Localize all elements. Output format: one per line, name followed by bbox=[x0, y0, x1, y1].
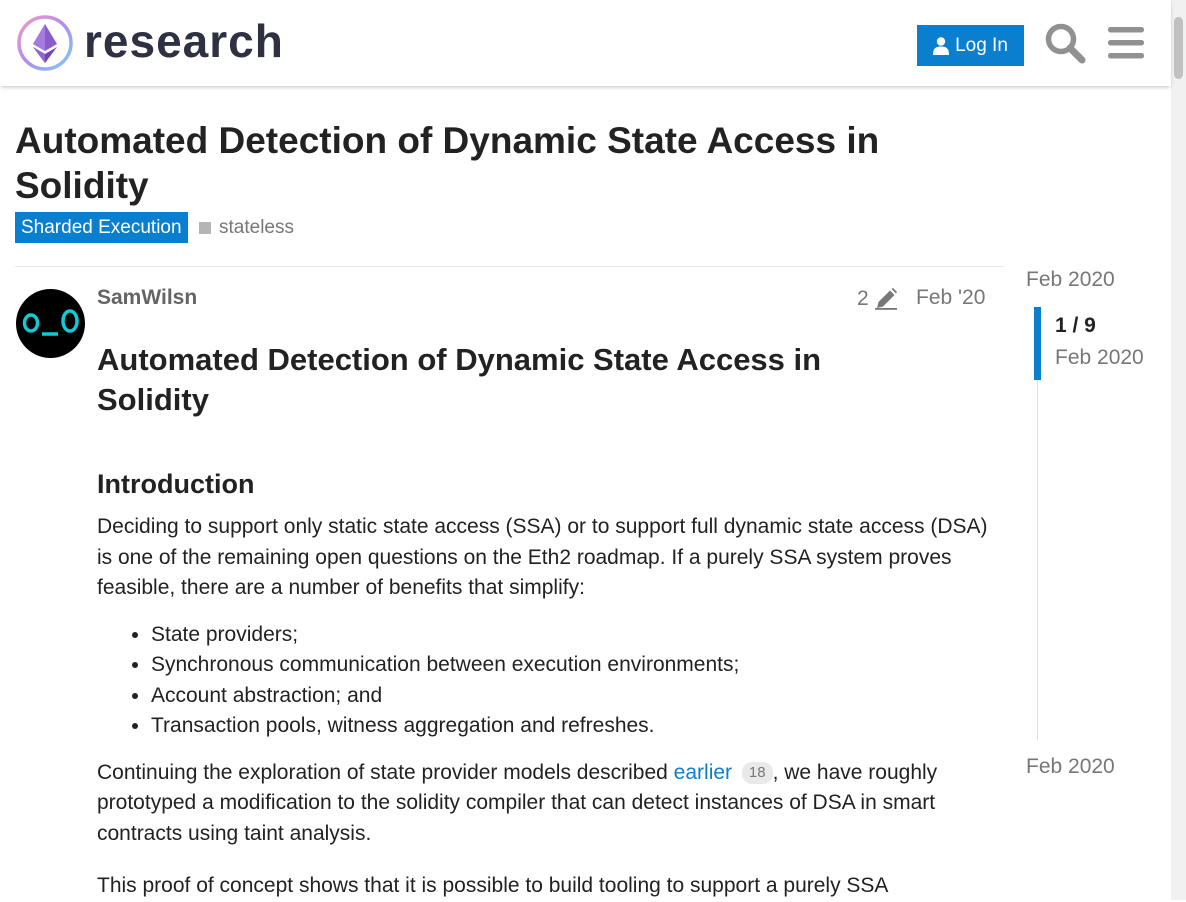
topic-title[interactable]: Automated Detection of Dynamic State Acc… bbox=[15, 118, 975, 208]
intro-paragraph: Deciding to support only static state ac… bbox=[97, 515, 988, 599]
list-item: Synchronous communication between execut… bbox=[151, 650, 997, 681]
post-edit-history[interactable]: 2 bbox=[857, 287, 897, 311]
topic-tag[interactable]: stateless bbox=[199, 212, 294, 243]
prototype-paragraph: Continuing the exploration of state prov… bbox=[97, 758, 997, 850]
pencil-icon bbox=[874, 288, 897, 310]
ethereum-research-logo-icon bbox=[17, 15, 73, 71]
logo-wordmark: research bbox=[84, 15, 284, 67]
benefits-list: State providers; Synchronous communicati… bbox=[97, 620, 997, 742]
post-author[interactable]: SamWilsn bbox=[97, 286, 197, 310]
edit-count: 2 bbox=[857, 287, 869, 310]
tag-square-icon bbox=[199, 221, 211, 234]
tag-label: stateless bbox=[219, 217, 294, 238]
proof-of-concept-paragraph: This proof of concept shows that it is p… bbox=[97, 874, 889, 897]
timeline-start-date[interactable]: Feb 2020 bbox=[1026, 268, 1115, 292]
paragraph-text: Continuing the exploration of state prov… bbox=[97, 760, 674, 784]
list-item: Account abstraction; and bbox=[151, 681, 997, 712]
post-date[interactable]: Feb '20 bbox=[916, 286, 985, 310]
hamburger-menu-icon[interactable] bbox=[1106, 24, 1146, 62]
login-button[interactable]: Log In bbox=[917, 25, 1024, 66]
timeline-handle[interactable] bbox=[1034, 307, 1041, 380]
site-logo[interactable]: research bbox=[16, 14, 284, 72]
avatar-face-icon bbox=[22, 309, 79, 336]
timeline-end-date[interactable]: Feb 2020 bbox=[1026, 755, 1115, 779]
post-heading: Automated Detection of Dynamic State Acc… bbox=[97, 342, 822, 417]
earlier-link[interactable]: earlier bbox=[674, 761, 732, 784]
section-heading-introduction: Introduction bbox=[97, 469, 255, 499]
list-item: State providers; bbox=[151, 620, 997, 651]
link-click-count: 18 bbox=[741, 761, 773, 784]
user-icon bbox=[933, 36, 950, 55]
page-scrollbar[interactable] bbox=[1171, 0, 1186, 900]
post-body: Automated Detection of Dynamic State Acc… bbox=[97, 340, 997, 902]
divider bbox=[15, 266, 1004, 267]
category-badge[interactable]: Sharded Execution bbox=[15, 212, 188, 243]
site-header: research Log In bbox=[0, 0, 1171, 86]
search-icon[interactable] bbox=[1044, 22, 1086, 64]
scrollbar-thumb[interactable] bbox=[1174, 17, 1183, 79]
list-item: Transaction pools, witness aggregation a… bbox=[151, 711, 997, 742]
avatar[interactable] bbox=[16, 289, 85, 358]
timeline-position: 1 / 9 bbox=[1055, 314, 1096, 337]
timeline-handle-date: Feb 2020 bbox=[1055, 346, 1144, 369]
login-label: Log In bbox=[955, 34, 1008, 56]
